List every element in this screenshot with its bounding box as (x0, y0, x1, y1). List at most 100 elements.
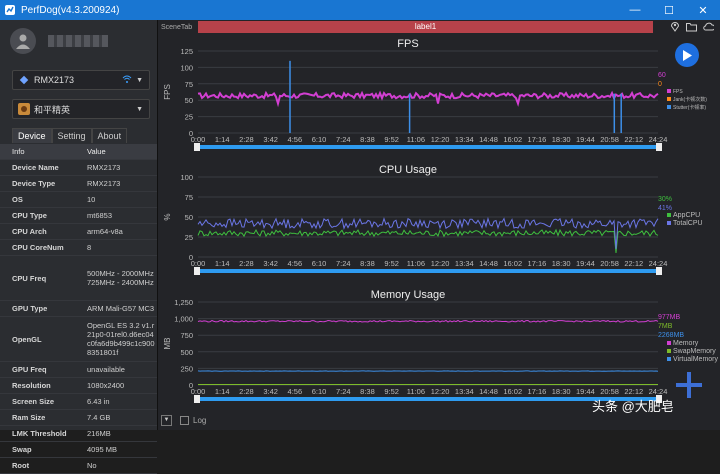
device-select[interactable]: RMX2173 ▼ (12, 70, 150, 90)
info-value: 6.43 in (87, 397, 157, 406)
label-bar[interactable]: label1 (198, 21, 653, 33)
x-tick-label: 1:14 (215, 135, 230, 144)
x-tick-label: 24:24 (649, 259, 668, 268)
x-tick-label: 19:44 (576, 387, 595, 396)
x-tick-label: 22:12 (624, 135, 643, 144)
info-value: unavailable (87, 365, 157, 374)
chart-2: Memory UsageMB1,2501,0007505002500Memory… (163, 289, 718, 403)
cloud-icon[interactable] (703, 21, 714, 32)
x-tick-label: 13:34 (455, 387, 474, 396)
y-tick-label: 75 (185, 193, 193, 202)
info-key: Swap (0, 445, 87, 454)
y-axis-label: % (163, 213, 172, 220)
add-icon[interactable] (676, 372, 702, 398)
avatar[interactable] (10, 28, 36, 54)
info-value: 500MHz - 2000MHz 725MHz - 2400MHz (87, 269, 157, 287)
minimize-button[interactable]: — (618, 0, 652, 20)
table-row: Resolution1080x2400 (0, 378, 157, 394)
left-panel: RMX2173 ▼ 和平精英 ▼ Device Setting About In… (0, 20, 158, 430)
scroll-handle-left[interactable] (194, 267, 200, 275)
info-value: 8 (87, 243, 157, 252)
x-tick-label: 2:28 (239, 259, 254, 268)
location-icon[interactable] (669, 21, 680, 32)
x-tick-label: 1:14 (215, 259, 230, 268)
table-row: CPU CoreNum8 (0, 240, 157, 256)
tab-device[interactable]: Device (12, 128, 52, 143)
current-value-readout: 7MB (658, 323, 673, 330)
table-row: CPU Freq500MHz - 2000MHz 725MHz - 2400MH… (0, 256, 157, 301)
left-tabs: Device Setting About (12, 128, 127, 143)
table-row: Ram Size7.4 GB (0, 410, 157, 426)
scroll-handle-left[interactable] (194, 143, 200, 151)
x-tick-label: 16:02 (503, 387, 522, 396)
legend-entry: Jank(卡顿次数) (673, 96, 707, 103)
app-select[interactable]: 和平精英 ▼ (12, 99, 150, 119)
chart-title: CPU Usage (379, 164, 437, 176)
collapse-log-button[interactable]: ▼ (161, 415, 172, 426)
x-tick-label: 14:48 (479, 135, 498, 144)
y-axis-label: MB (163, 338, 172, 350)
window-title: PerfDog(v4.3.200924) (21, 5, 119, 16)
x-tick-label: 17:16 (528, 259, 547, 268)
tab-setting[interactable]: Setting (52, 128, 92, 143)
x-tick-label: 12:20 (431, 259, 450, 268)
y-tick-label: 125 (180, 47, 193, 56)
x-tick-label: 20:58 (600, 387, 619, 396)
legend-swatch (667, 97, 671, 101)
y-tick-label: 250 (180, 364, 193, 373)
x-tick-label: 0:00 (191, 259, 206, 268)
x-tick-label: 8:38 (360, 387, 375, 396)
log-label: Log (193, 416, 206, 425)
current-value-readout: 30% (658, 196, 672, 203)
timeline-scrollbar[interactable] (196, 145, 660, 149)
table-row: Swap4095 MB (0, 442, 157, 458)
info-key: OS (0, 195, 87, 204)
x-tick-label: 6:10 (312, 387, 327, 396)
x-tick-label: 4:56 (288, 135, 303, 144)
x-tick-label: 13:34 (455, 135, 474, 144)
column-header-value: Value (87, 147, 157, 156)
table-row: OS10 (0, 192, 157, 208)
close-button[interactable]: ✕ (686, 0, 720, 20)
info-value: 10 (87, 195, 157, 204)
x-tick-label: 11:06 (407, 387, 425, 396)
timeline-scrollbar[interactable] (196, 397, 660, 401)
table-row: RootNo (0, 458, 157, 474)
table-row: LMK Threshold216MB (0, 426, 157, 442)
info-key: CPU Type (0, 211, 87, 220)
current-value-readout: 977MB (658, 314, 681, 321)
x-tick-label: 4:56 (288, 259, 303, 268)
scroll-handle-left[interactable] (194, 395, 200, 403)
info-key: Ram Size (0, 413, 87, 422)
chart-title: Memory Usage (371, 289, 446, 301)
scroll-handle-right[interactable] (656, 267, 662, 275)
folder-icon[interactable] (686, 21, 697, 32)
y-tick-label: 100 (180, 173, 193, 182)
info-value: 1080x2400 (87, 381, 157, 390)
x-tick-label: 1:14 (215, 387, 230, 396)
maximize-button[interactable]: ☐ (652, 0, 686, 20)
timeline-scrollbar[interactable] (196, 269, 660, 273)
legend-entry: SwapMemory (673, 348, 716, 355)
scene-tab-label[interactable]: SceneTab (158, 24, 199, 31)
legend-entry: FPS (673, 89, 683, 95)
legend-swatch (667, 357, 671, 361)
x-tick-label: 11:06 (407, 135, 425, 144)
x-tick-label: 17:16 (528, 387, 547, 396)
scroll-handle-right[interactable] (656, 143, 662, 151)
app-select-label: 和平精英 (34, 103, 70, 116)
table-row: Device TypeRMX2173 (0, 176, 157, 192)
tab-about[interactable]: About (92, 128, 128, 143)
title-bar: PerfDog(v4.3.200924) — ☐ ✕ (0, 0, 720, 20)
x-tick-label: 18:30 (552, 259, 571, 268)
x-tick-label: 16:02 (503, 135, 522, 144)
x-tick-label: 9:52 (384, 387, 399, 396)
y-tick-label: 75 (185, 80, 193, 89)
current-value-readout: 0 (658, 81, 662, 88)
x-tick-label: 2:28 (239, 135, 254, 144)
x-tick-label: 0:00 (191, 135, 206, 144)
log-checkbox[interactable] (180, 416, 189, 425)
legend-entry: TotalCPU (673, 220, 703, 227)
x-tick-label: 24:24 (649, 135, 668, 144)
info-value: RMX2173 (87, 163, 157, 172)
